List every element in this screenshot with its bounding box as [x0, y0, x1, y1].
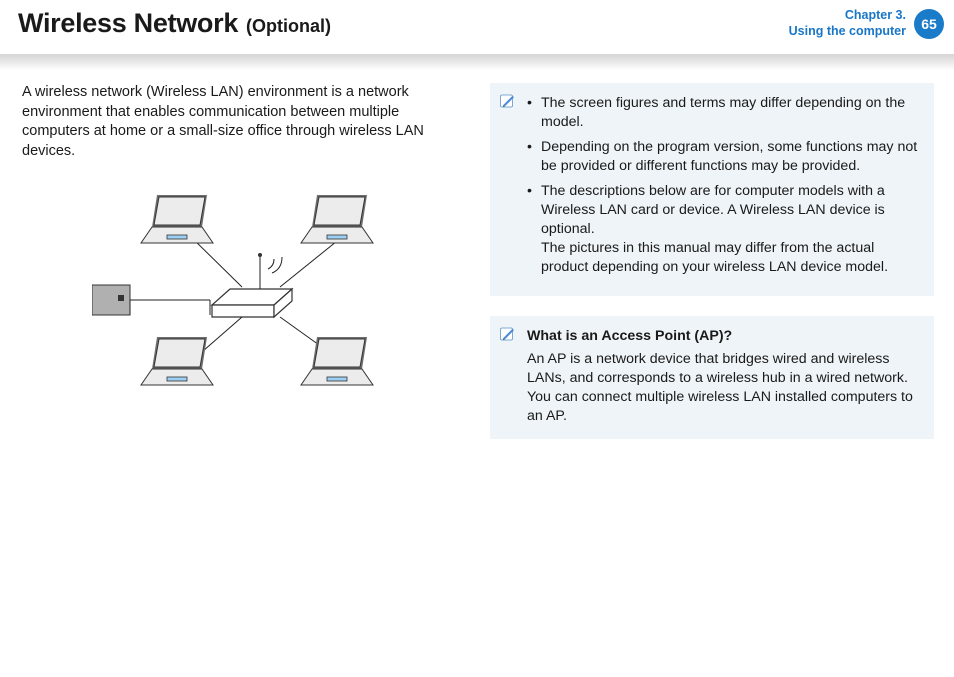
page-title: Wireless Network: [18, 8, 238, 39]
note-bullet: The screen figures and terms may differ …: [527, 94, 919, 132]
chapter-label: Chapter 3.: [789, 8, 906, 24]
ap-box-body: An AP is a network device that bridges w…: [527, 350, 919, 426]
intro-paragraph: A wireless network (Wireless LAN) enviro…: [22, 83, 462, 161]
chapter-subtitle: Using the computer: [789, 24, 906, 40]
note-bullet: The descriptions below are for computer …: [527, 182, 919, 277]
pencil-note-icon: [499, 92, 517, 110]
note-bullet: Depending on the program version, some f…: [527, 138, 919, 176]
chapter-block: Chapter 3. Using the computer 65: [789, 8, 944, 39]
ap-info-box: What is an Access Point (AP)? An AP is a…: [490, 316, 934, 439]
page-subtitle: (Optional): [246, 16, 331, 37]
note-box: The screen figures and terms may differ …: [490, 83, 934, 296]
page-number-badge: 65: [914, 9, 944, 39]
pencil-note-icon: [499, 325, 517, 343]
page-header: Wireless Network (Optional) Chapter 3. U…: [0, 0, 954, 52]
header-divider: [0, 54, 954, 73]
ap-box-title: What is an Access Point (AP)?: [527, 327, 919, 346]
network-diagram: [92, 175, 462, 410]
note-bullet-list: The screen figures and terms may differ …: [527, 94, 919, 277]
